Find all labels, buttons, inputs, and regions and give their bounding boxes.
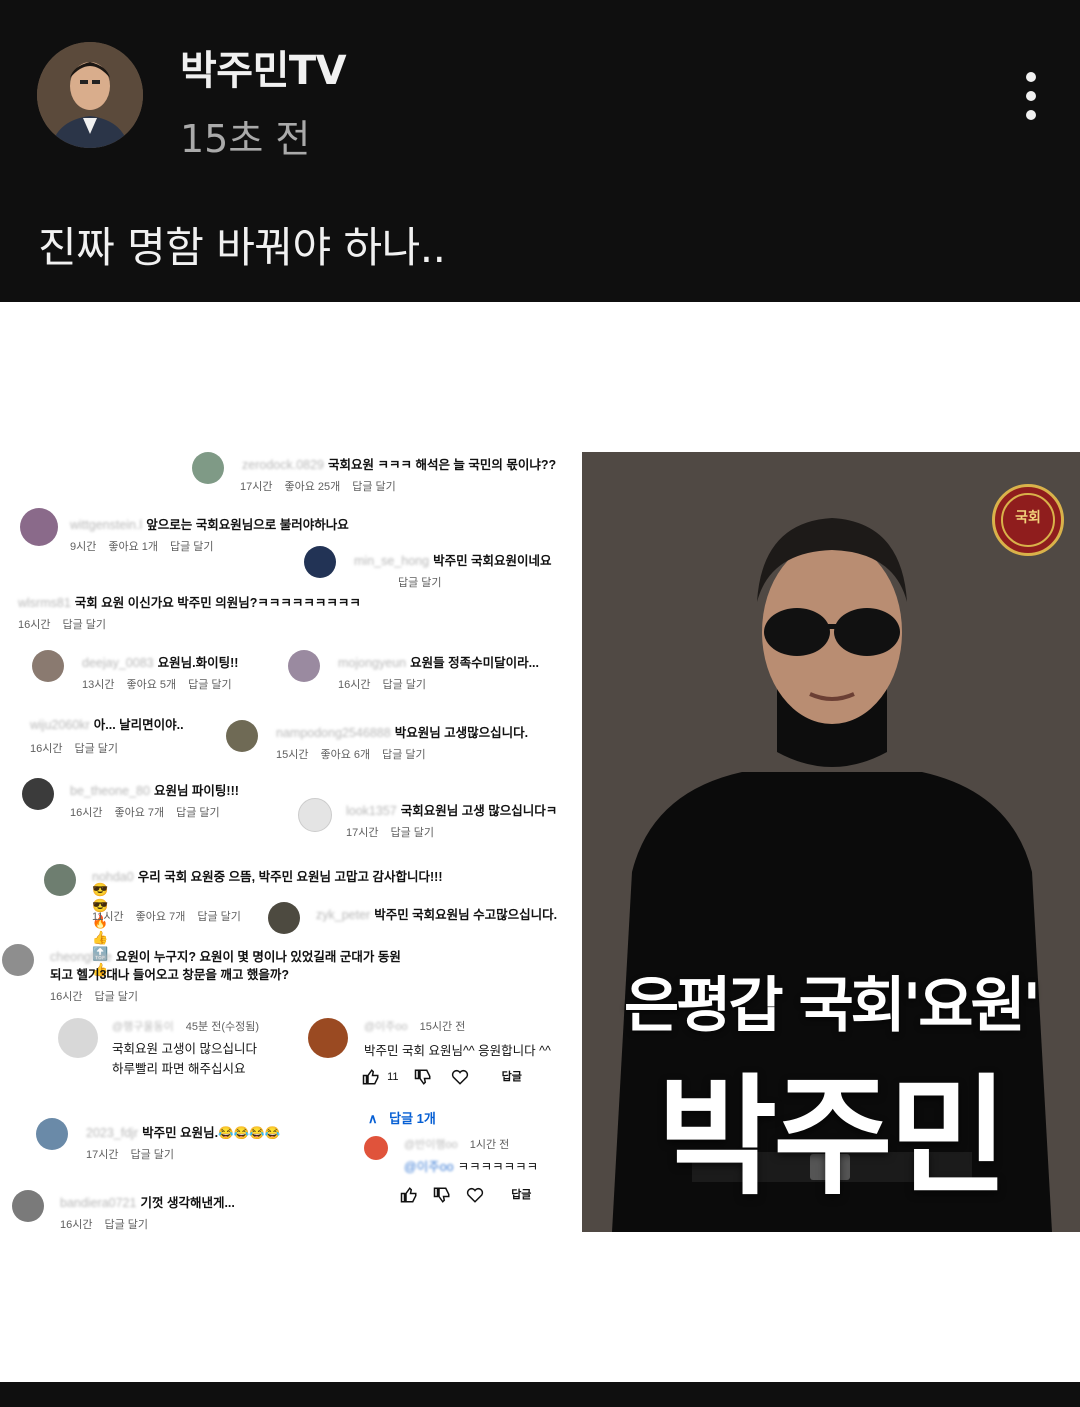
like-icon[interactable]: [400, 1186, 418, 1204]
post-header: 박주민TV 15초 전 진짜 명함 바꿔야 하나..: [0, 0, 1080, 302]
heart-icon[interactable]: [451, 1068, 469, 1086]
avatar: [44, 864, 76, 896]
post-image[interactable]: zerodock.0829 국회요원 ㅋㅋㅋ 해석은 늘 국민의 몫이냐?? 17…: [0, 302, 1080, 1382]
avatar: [308, 1018, 348, 1058]
avatar: [36, 1118, 68, 1150]
chevron-up-icon: ∧: [368, 1111, 378, 1126]
avatar: [226, 720, 258, 752]
more-options-icon[interactable]: [1012, 66, 1052, 126]
poster-subtitle: 은평갑 국회'요원': [623, 971, 1041, 1041]
like-icon[interactable]: [362, 1068, 380, 1086]
channel-name[interactable]: 박주민TV: [180, 38, 347, 96]
avatar: [58, 1018, 98, 1058]
dislike-icon[interactable]: [433, 1186, 451, 1204]
comment-collage: zerodock.0829 국회요원 ㅋㅋㅋ 해석은 늘 국민의 몫이냐?? 17…: [0, 452, 582, 1232]
avatar: [192, 452, 224, 484]
poster-photo: 국회 은평갑 국회'요원' 박주민: [582, 452, 1080, 1232]
avatar: [20, 508, 58, 546]
avatar: [22, 778, 54, 810]
bottom-edge: [0, 1382, 1080, 1407]
avatar: [288, 650, 320, 682]
national-assembly-seal-icon: 국회: [992, 484, 1064, 556]
post-timestamp: 15초 전: [180, 117, 311, 161]
avatar: [364, 1136, 388, 1160]
avatar: [32, 650, 64, 682]
channel-avatar[interactable]: [37, 42, 143, 148]
dislike-icon[interactable]: [414, 1068, 432, 1086]
avatar: [268, 902, 300, 934]
poster-title: 박주민: [657, 1061, 1009, 1213]
avatar: [304, 546, 336, 578]
heart-icon[interactable]: [466, 1186, 484, 1204]
avatar: [2, 944, 34, 976]
post-text: 진짜 명함 바꿔야 하나..: [38, 223, 446, 272]
avatar: [298, 798, 332, 832]
reply-actions: 답글: [400, 1186, 531, 1204]
avatar: [12, 1190, 44, 1222]
